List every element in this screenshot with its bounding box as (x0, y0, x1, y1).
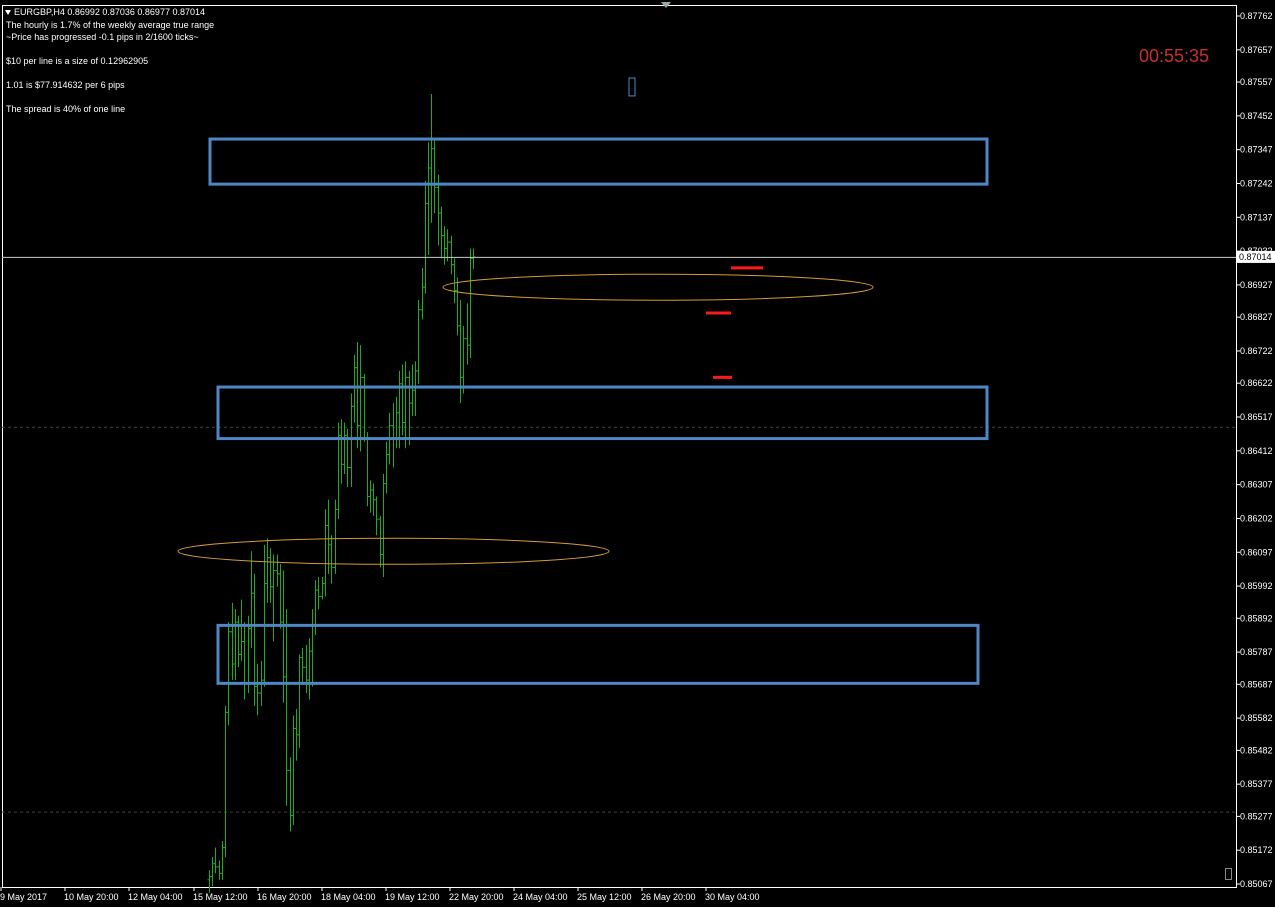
y-tick-label: 0.87137 (1240, 212, 1273, 222)
y-tick-label: 0.85482 (1240, 745, 1273, 755)
dropdown-triangle-icon[interactable] (5, 10, 11, 16)
y-tick-label: 0.86722 (1240, 346, 1273, 356)
y-tick-label: 0.85172 (1240, 845, 1273, 855)
y-tick-label: 0.85687 (1240, 679, 1273, 689)
y-tick-label: 0.86827 (1240, 312, 1273, 322)
y-tick-label: 0.86927 (1240, 280, 1273, 290)
y-tick-label: 0.86202 (1240, 513, 1273, 523)
x-tick-label: 26 May 20:00 (641, 892, 696, 902)
price-axis: 0.87762 0.87657 0.87557 0.87452 0.87347 0.872… (1236, 11, 1275, 889)
y-tick-label: 0.85377 (1240, 779, 1273, 789)
x-tick-label: 16 May 20:00 (257, 892, 312, 902)
high-marker-box (628, 77, 636, 97)
info-line-spread: The spread is 40% of one line (6, 104, 126, 114)
y-tick-label: 0.86307 (1240, 480, 1273, 490)
scroll-end-icon[interactable] (1225, 868, 1232, 880)
y-tick-label: 0.85067 (1240, 879, 1273, 889)
zone-box (216, 385, 989, 441)
y-tick-label: 0.85277 (1240, 811, 1273, 821)
y-tick-label: 0.85582 (1240, 713, 1273, 723)
y-tick-label: 0.85892 (1240, 613, 1273, 623)
x-tick-label: 24 May 04:00 (513, 892, 568, 902)
y-tick-label: 0.87347 (1240, 145, 1273, 155)
zone-box (208, 137, 989, 186)
symbol-header: EURGBP,H4 0.86992 0.87036 0.86977 0.8701… (5, 7, 205, 17)
y-tick-label: 0.87242 (1240, 178, 1273, 188)
y-tick-label: 0.87557 (1240, 77, 1273, 87)
ohlc-bars (207, 93, 476, 893)
zone-box (216, 623, 980, 685)
y-tick-label: 0.87657 (1240, 45, 1273, 55)
x-tick-label: 12 May 04:00 (128, 892, 183, 902)
annotations (2, 77, 1236, 685)
candle-timer: 00:55:35 (1139, 46, 1210, 66)
price-chart[interactable]: 0.87762 0.87657 0.87557 0.87452 0.87347 0.872… (0, 0, 1275, 907)
y-tick-label: 0.86412 (1240, 446, 1273, 456)
x-tick-label: 19 May 12:00 (385, 892, 440, 902)
info-line-value: 1.01 is $77.914632 per 6 pips (6, 80, 125, 90)
x-tick-label: 18 May 04:00 (321, 892, 376, 902)
symbol-line: EURGBP,H4 0.86992 0.87036 0.86977 0.8701… (14, 7, 205, 17)
time-axis: 9 May 2017 10 May 20:00 12 May 04:00 15 May… (0, 887, 760, 902)
y-tick-label: 0.85787 (1240, 647, 1273, 657)
y-tick-label: 0.85992 (1240, 581, 1273, 591)
y-tick-label: 0.87762 (1240, 11, 1273, 21)
info-line-size: $10 per line is a size of 0.12962905 (6, 56, 149, 66)
x-tick-label: 10 May 20:00 (64, 892, 119, 902)
x-tick-label: 9 May 2017 (0, 892, 47, 902)
x-tick-label: 30 May 04:00 (705, 892, 760, 902)
ellipse-level (177, 537, 610, 565)
y-tick-label: 0.86097 (1240, 547, 1273, 557)
info-line-atr: The hourly is 1.7% of the weekly average… (6, 20, 215, 30)
info-line-progress: ~Price has progressed -0.1 pips in 2/160… (6, 32, 199, 42)
y-tick-label: 0.87452 (1240, 111, 1273, 121)
current-price-label: 0.87014 (1239, 252, 1272, 262)
x-tick-label: 25 May 12:00 (577, 892, 632, 902)
y-tick-label: 0.86517 (1240, 412, 1273, 422)
ellipse-level (442, 273, 874, 301)
x-tick-label: 15 May 12:00 (193, 892, 248, 902)
chart-shift-icon[interactable] (661, 2, 671, 8)
x-tick-label: 22 May 20:00 (449, 892, 504, 902)
y-tick-label: 0.86622 (1240, 378, 1273, 388)
